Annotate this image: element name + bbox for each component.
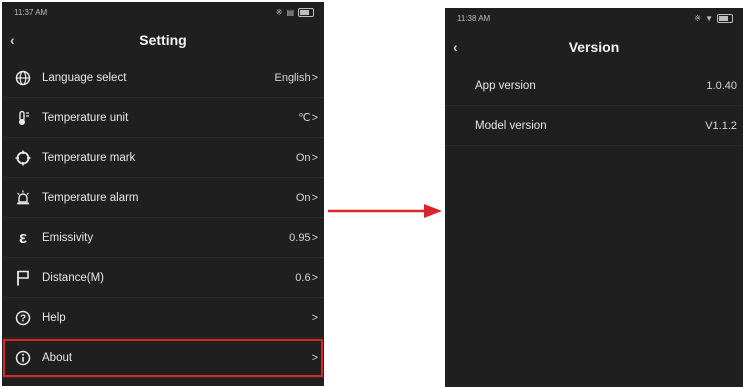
version-row-value: V1.1.2 <box>705 119 737 132</box>
setting-item-value: English <box>274 71 311 84</box>
globe-icon <box>14 69 32 87</box>
flag-icon <box>14 269 32 287</box>
setting-item-label: Temperature alarm <box>42 191 139 204</box>
chevron-right-icon: > <box>311 311 318 324</box>
chevron-right-icon: > <box>311 271 318 284</box>
setting-item-temperature-mark[interactable]: Temperature mark On > <box>2 138 324 178</box>
chevron-right-icon: > <box>311 231 318 244</box>
title-bar: ‹ Version <box>445 28 743 66</box>
wifi-icon: ▼ <box>705 13 713 23</box>
svg-text:?: ? <box>20 313 26 324</box>
signal-icon: ▤ <box>286 7 294 17</box>
bluetooth-icon: ※ <box>694 13 702 23</box>
version-screen: 11:38 AM ※ ▼ ‹ Version App version 1.0.4… <box>445 8 743 387</box>
setting-item-value: On <box>295 151 311 164</box>
setting-item-label: Help <box>42 311 66 324</box>
status-bar: 11:38 AM ※ ▼ <box>445 8 743 28</box>
chevron-right-icon: > <box>311 71 318 84</box>
thermometer-icon <box>14 109 32 127</box>
setting-item-label: About <box>42 351 73 364</box>
version-row-app: App version 1.0.40 <box>445 66 743 106</box>
title-bar: ‹ Setting <box>2 22 324 58</box>
setting-item-about[interactable]: About > <box>2 338 324 378</box>
version-row-model: Model version V1.1.2 <box>445 106 743 146</box>
page-title: Setting <box>139 32 187 48</box>
info-icon <box>14 349 32 367</box>
version-row-label: App version <box>475 79 536 92</box>
version-list: App version 1.0.40 Model version V1.1.2 <box>445 66 743 146</box>
setting-item-label: Emissivity <box>42 231 94 244</box>
chevron-right-icon: > <box>311 151 318 164</box>
setting-screen: 11:37 AM ※ ▤ ‹ Setting Language select E… <box>2 2 324 386</box>
status-bar: 11:37 AM ※ ▤ <box>2 2 324 22</box>
setting-item-label: Temperature unit <box>42 111 129 124</box>
bluetooth-icon: ※ <box>275 7 283 17</box>
settings-list: Language select English > Temperature un… <box>2 58 324 378</box>
status-time: 11:37 AM <box>14 7 48 17</box>
chevron-right-icon: > <box>311 111 318 124</box>
help-icon: ? <box>14 309 32 327</box>
status-icons: ※ ▼ <box>694 13 733 23</box>
version-row-label: Model version <box>475 119 547 132</box>
back-button[interactable]: ‹ <box>453 39 458 55</box>
setting-item-help[interactable]: ? Help > <box>2 298 324 338</box>
setting-item-temperature-alarm[interactable]: Temperature alarm On > <box>2 178 324 218</box>
flow-arrow <box>328 204 442 218</box>
epsilon-icon: ε <box>18 227 28 247</box>
page-title: Version <box>568 39 620 55</box>
setting-item-value: ℃ <box>298 112 311 124</box>
crosshair-icon <box>14 149 32 167</box>
back-button[interactable]: ‹ <box>10 32 15 48</box>
battery-icon <box>717 13 733 23</box>
battery-icon <box>298 7 314 17</box>
alarm-light-icon <box>14 189 32 207</box>
setting-item-value: 0.6 <box>295 271 311 284</box>
chevron-right-icon: > <box>311 191 318 204</box>
setting-item-value: 0.95 <box>289 231 311 244</box>
setting-item-distance[interactable]: Distance(M) 0.6 > <box>2 258 324 298</box>
setting-item-label: Temperature mark <box>42 151 136 164</box>
setting-item-emissivity[interactable]: ε Emissivity 0.95 > <box>2 218 324 258</box>
chevron-right-icon: > <box>311 351 318 364</box>
setting-item-value: On <box>295 191 311 204</box>
setting-item-label: Language select <box>42 71 127 84</box>
status-icons: ※ ▤ <box>275 7 314 17</box>
status-time: 11:38 AM <box>457 13 491 23</box>
setting-item-language[interactable]: Language select English > <box>2 58 324 98</box>
setting-item-label: Distance(M) <box>42 271 104 284</box>
version-row-value: 1.0.40 <box>706 79 737 92</box>
setting-item-temperature-unit[interactable]: Temperature unit ℃ > <box>2 98 324 138</box>
